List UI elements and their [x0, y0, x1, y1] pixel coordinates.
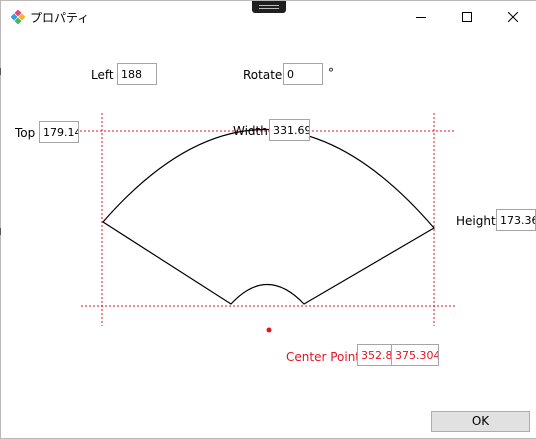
maximize-button[interactable]: [444, 1, 490, 32]
height-label: Height: [456, 214, 496, 228]
top-input[interactable]: 179.14: [39, 121, 79, 143]
minimize-button[interactable]: [398, 1, 444, 32]
frame-edge-mark: [0, 68, 1, 75]
minimize-icon: [416, 16, 426, 18]
degree-unit: °: [328, 66, 334, 80]
fan-shape: [102, 128, 435, 305]
properties-window: プロパティ Left 188 Rotate 0 ° Top 179.14 Wid…: [0, 0, 536, 439]
frame-edge-mark: [0, 228, 1, 235]
close-icon: [508, 11, 518, 22]
center-y-input[interactable]: 375.304: [391, 344, 439, 366]
title-bar[interactable]: プロパティ: [1, 1, 536, 32]
height-input[interactable]: 173.364: [496, 209, 536, 231]
ok-button[interactable]: OK: [431, 411, 530, 432]
width-input[interactable]: 331.69: [269, 119, 310, 141]
center-point-marker: [266, 327, 272, 333]
maximize-icon: [462, 11, 472, 22]
left-label: Left: [91, 68, 114, 82]
window-title: プロパティ: [30, 11, 90, 25]
width-label: Width: [233, 124, 268, 138]
app-icon: [11, 10, 25, 24]
drag-handle-icon[interactable]: [252, 1, 286, 13]
top-label: Top: [15, 126, 36, 140]
left-input[interactable]: 188: [117, 63, 157, 85]
close-button[interactable]: [490, 1, 536, 32]
rotate-input[interactable]: 0: [283, 63, 323, 85]
center-x-input[interactable]: 352.8: [357, 344, 392, 366]
rotate-label: Rotate: [243, 68, 283, 82]
center-point-label: Center Point: [286, 350, 360, 364]
